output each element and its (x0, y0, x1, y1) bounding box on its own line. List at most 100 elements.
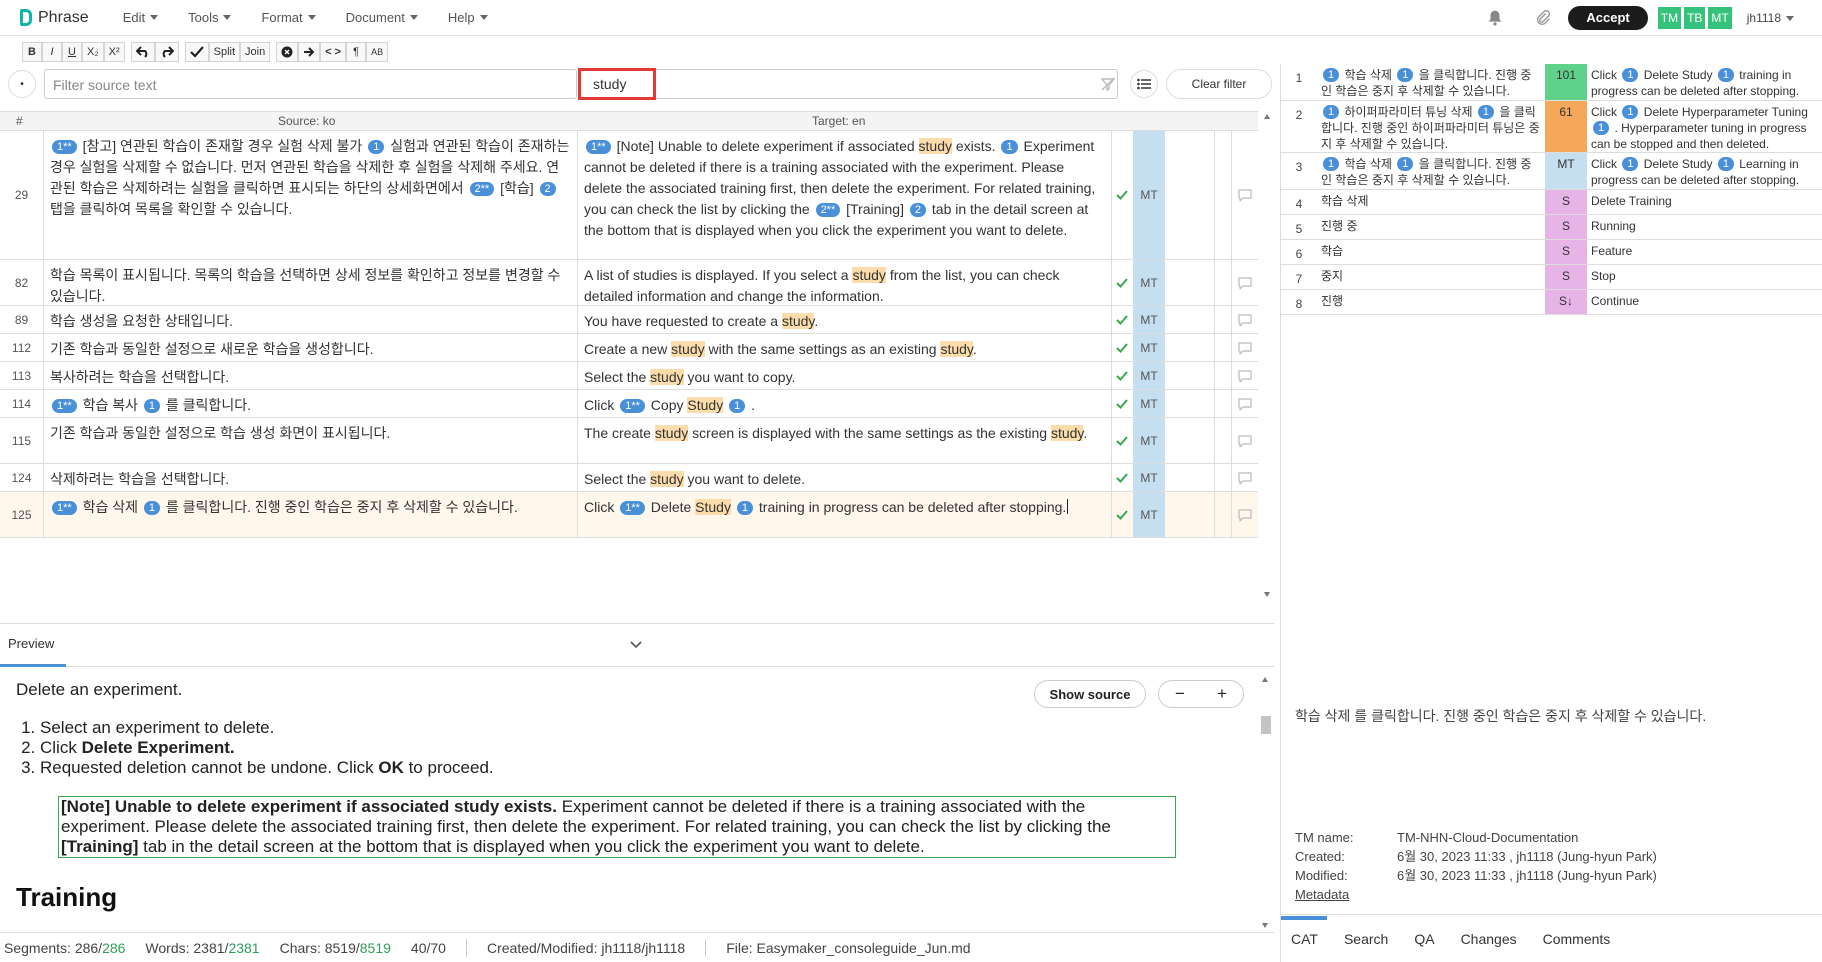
paperclip-icon[interactable] (1534, 9, 1552, 27)
cat-match-row[interactable]: 3 1 학습 삭제 1 을 클릭합니다. 진행 중인 학습은 중지 후 삭제할 수… (1281, 153, 1822, 190)
segment-target[interactable]: Create a new study with the same setting… (578, 334, 1112, 361)
confirmed-status[interactable] (1112, 418, 1132, 463)
inline-tag[interactable]: 1 (1477, 105, 1495, 119)
preview-tab[interactable]: Preview (8, 636, 54, 651)
segment-target[interactable]: 1** [Note] Unable to delete experiment i… (578, 131, 1112, 259)
tab-changes[interactable]: Changes (1461, 931, 1517, 947)
inline-tag[interactable]: 1 (729, 399, 746, 413)
segment-row[interactable]: 124 삭제하려는 학습을 선택합니다. Select the study you … (0, 464, 1258, 492)
tab-qa[interactable]: QA (1414, 931, 1434, 947)
confirmed-status[interactable] (1112, 260, 1132, 305)
metadata-link[interactable]: Metadata (1295, 885, 1349, 904)
segment-target[interactable]: You have requested to create a study. (578, 306, 1112, 333)
tb-toggle[interactable]: TB (1684, 7, 1706, 29)
superscript-button[interactable]: X² (103, 42, 125, 62)
inline-tag[interactable]: 1** (620, 399, 645, 413)
segment-row[interactable]: 113 복사하려는 학습을 선택합니다. Select the study you … (0, 362, 1258, 390)
cat-match-row[interactable]: 6 학습 S Feature (1281, 240, 1822, 265)
mt-toggle[interactable]: MT (1708, 7, 1732, 29)
redo-button[interactable] (154, 42, 179, 62)
inline-tag[interactable]: 1 (736, 501, 753, 515)
comment-button[interactable] (1232, 492, 1258, 537)
inline-tag[interactable]: 2** (815, 203, 841, 217)
inline-tag[interactable]: 1 (1717, 157, 1734, 171)
bell-icon[interactable] (1486, 9, 1504, 27)
confirmed-status[interactable] (1112, 390, 1132, 417)
inline-tag[interactable]: 1 (1397, 68, 1414, 82)
comment-button[interactable] (1232, 464, 1258, 491)
user-menu[interactable]: jh1118 (1747, 11, 1794, 25)
comment-button[interactable] (1232, 362, 1258, 389)
inline-tag[interactable]: 1** (586, 140, 611, 154)
comment-button[interactable] (1232, 131, 1258, 259)
scroll-down-icon[interactable] (1262, 923, 1268, 928)
join-button[interactable]: Join (240, 42, 271, 62)
inline-tag[interactable]: 1 (143, 399, 161, 413)
tags-button[interactable]: < > (320, 42, 347, 62)
scroll-thumb[interactable] (1261, 716, 1271, 734)
confirmed-status[interactable] (1112, 334, 1132, 361)
inline-tag[interactable]: 1** (52, 140, 77, 154)
inline-tag[interactable]: 2 (909, 203, 926, 217)
segment-row[interactable]: 82 학습 목록이 표시됩니다. 목록의 학습을 선택하면 상세 정보를 확인하고… (0, 260, 1258, 306)
inline-tag[interactable]: 1** (52, 501, 77, 515)
tab-comments[interactable]: Comments (1543, 931, 1611, 947)
tab-search[interactable]: Search (1344, 931, 1388, 947)
menu-tools[interactable]: Tools (188, 10, 232, 25)
scroll-up-icon[interactable] (1264, 114, 1270, 119)
confirmed-status[interactable] (1112, 362, 1132, 389)
source-filter-input[interactable]: Filter source text (44, 69, 577, 99)
split-button[interactable]: Split (208, 42, 241, 62)
pilcrow-button[interactable]: ¶ (346, 42, 367, 62)
inline-tag[interactable]: 1 (1323, 157, 1340, 171)
segment-row[interactable]: 115 기존 학습과 동일한 설정으로 학습 생성 화면이 표시됩니다. The c… (0, 418, 1258, 464)
cat-match-row[interactable]: 5 진행 중 S Running (1281, 215, 1822, 240)
cat-match-row[interactable]: 2 1 하이퍼파라미터 튜닝 삭제 1 을 클릭합니다. 진행 중인 하이퍼파라미… (1281, 101, 1822, 153)
accept-button[interactable]: Accept (1568, 6, 1648, 30)
segment-row[interactable]: 89 학습 생성을 요청한 상태입니다. You have requested to… (0, 306, 1258, 334)
comment-button[interactable] (1232, 306, 1258, 333)
comment-button[interactable] (1232, 418, 1258, 463)
undo-button[interactable] (130, 42, 155, 62)
bold-button[interactable]: B (22, 42, 42, 62)
inline-tag[interactable]: 1** (52, 399, 77, 413)
inline-tag[interactable]: 1 (1593, 121, 1610, 135)
scroll-down-icon[interactable] (1264, 592, 1270, 597)
zoom-in-button[interactable]: + (1217, 684, 1227, 704)
confirmed-status[interactable] (1112, 492, 1132, 537)
inline-tag[interactable]: 2** (469, 182, 495, 196)
menu-format[interactable]: Format (261, 10, 316, 25)
segment-target[interactable]: A list of studies is displayed. If you s… (578, 260, 1112, 305)
tab-cat[interactable]: CAT (1281, 915, 1327, 947)
segment-row[interactable]: 29 1** [참고] 연관된 학습이 존재할 경우 실험 삭제 불가 1 실험과… (0, 131, 1258, 260)
menu-help[interactable]: Help (448, 10, 488, 25)
inline-tag[interactable]: 1 (1717, 68, 1734, 82)
inline-tag[interactable]: 1** (620, 501, 645, 515)
chevron-down-icon[interactable] (628, 636, 644, 652)
inline-tag[interactable]: 1 (1622, 68, 1639, 82)
filter-options-button[interactable]: • (8, 70, 36, 98)
next-tag-button[interactable] (298, 42, 321, 62)
cat-match-row[interactable]: 11 학습 삭제 1 을 클릭합니다. 진행 중인 학습은 중지 후 삭제할 수… (1281, 64, 1822, 101)
menu-edit[interactable]: Edit (123, 10, 159, 25)
preview-scrollbar[interactable] (1260, 674, 1272, 930)
confirmed-status[interactable] (1112, 464, 1132, 491)
comment-button[interactable] (1232, 390, 1258, 417)
clear-tags-button[interactable] (276, 42, 299, 62)
inline-tag[interactable]: 1 (1622, 157, 1639, 171)
segment-row[interactable]: 112 기존 학습과 동일한 설정으로 새로운 학습을 생성합니다. Create … (0, 334, 1258, 362)
cat-match-row[interactable]: 4 학습 삭제 S Delete Training (1281, 190, 1822, 215)
cat-match-row[interactable]: 8 진행 S↓ Continue (1281, 290, 1822, 315)
inline-tag[interactable]: 1 (1001, 140, 1018, 154)
grid-scrollbar[interactable] (1262, 111, 1272, 599)
tm-toggle[interactable]: TM (1657, 7, 1682, 29)
change-case-button[interactable]: AB (366, 42, 389, 62)
italic-button[interactable]: I (42, 42, 62, 62)
zoom-out-button[interactable]: − (1175, 684, 1185, 704)
inline-tag[interactable]: 1 (1323, 68, 1340, 82)
segment-target[interactable]: Select the study you want to delete. (578, 464, 1112, 491)
inline-tag[interactable]: 2 (539, 182, 556, 196)
menu-document[interactable]: Document (346, 10, 418, 25)
segment-row[interactable]: 125 1** 학습 삭제 1 를 클릭합니다. 진행 중인 학습은 중지 후 삭… (0, 492, 1258, 538)
segment-target[interactable]: Click 1** Copy Study 1 . (578, 390, 1112, 417)
